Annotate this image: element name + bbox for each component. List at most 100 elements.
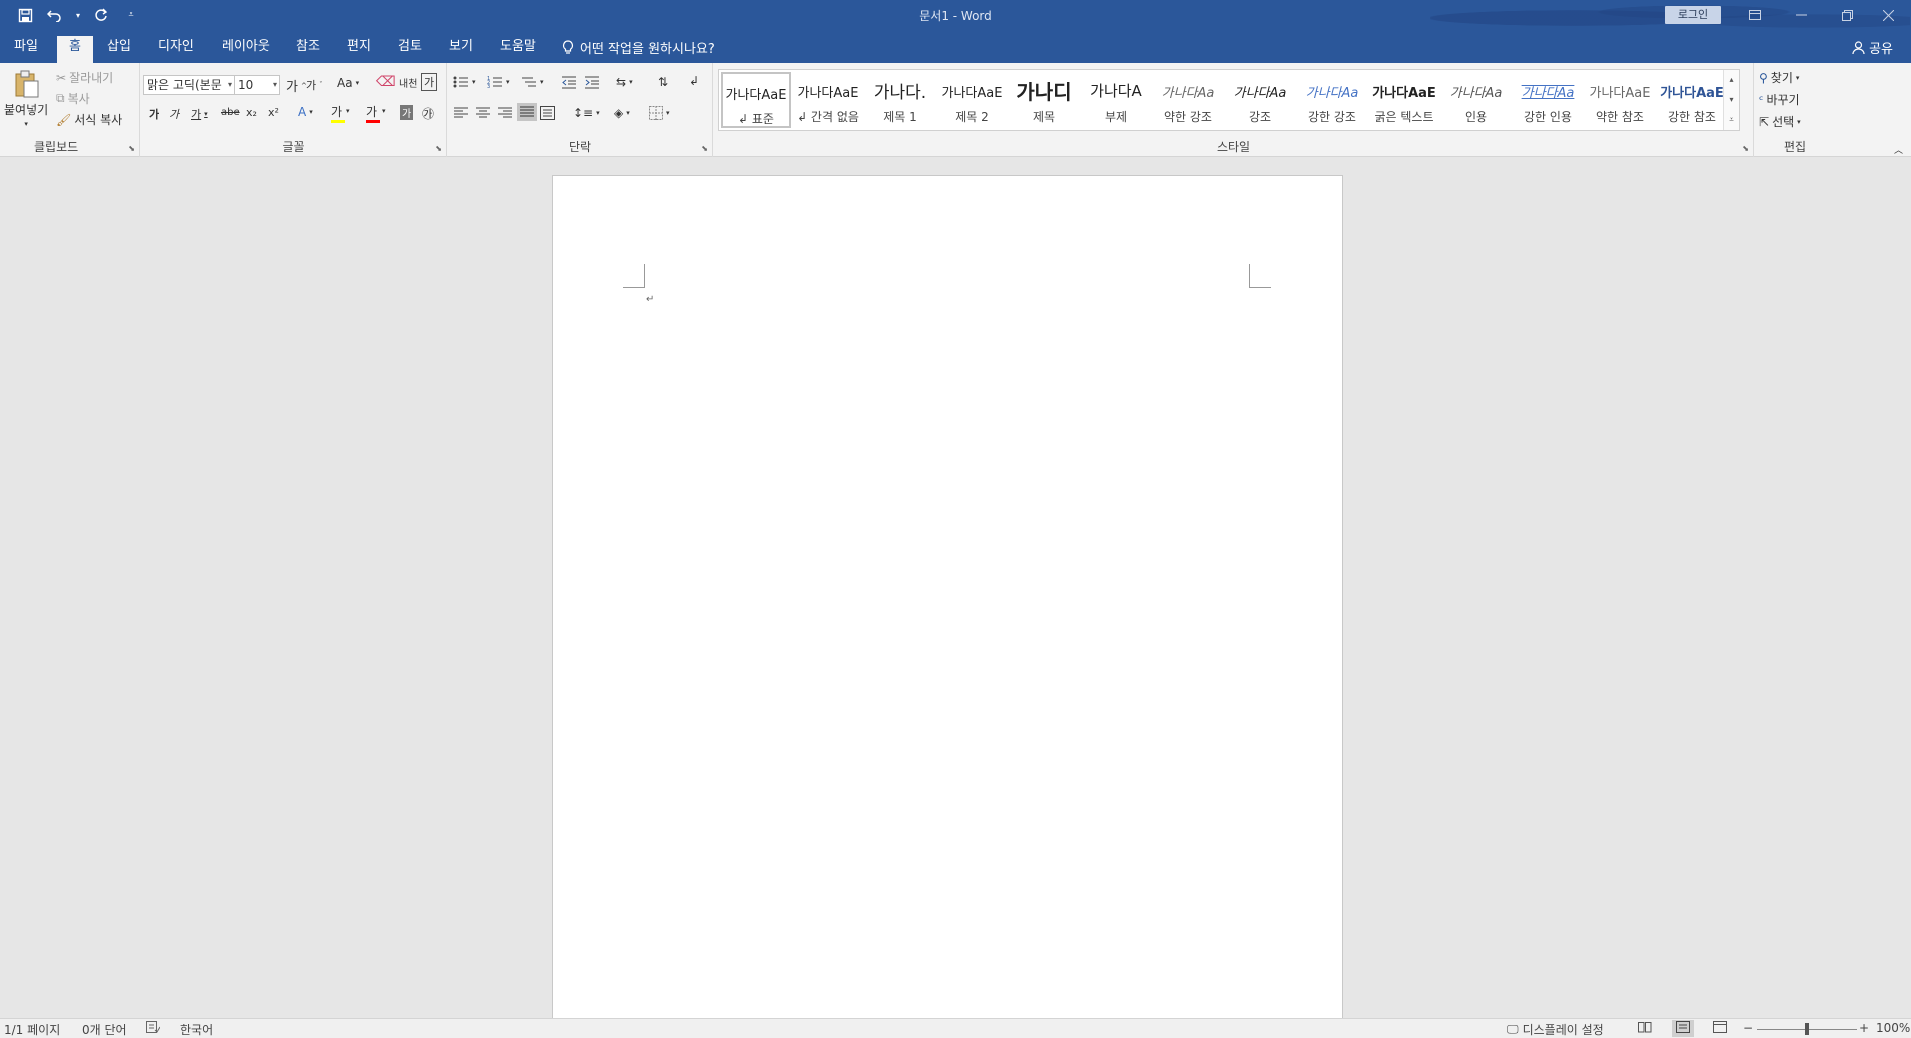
tab-design[interactable]: 디자인 (152, 36, 200, 63)
style-subtitle[interactable]: 가나다A 부제 (1081, 72, 1151, 128)
login-button[interactable]: 로그인 (1665, 6, 1721, 24)
font-name-value: 맑은 고딕(본문 (147, 78, 222, 92)
strikethrough-button[interactable]: abe (221, 107, 240, 118)
underline-button[interactable]: 가 ▾ (191, 106, 208, 122)
style-title[interactable]: 가나디 제목 (1009, 72, 1079, 128)
font-size-combo[interactable]: 10 ▾ (234, 75, 280, 95)
highlight-button[interactable]: 가 (331, 103, 345, 123)
clipboard-dialog-launcher-icon[interactable]: ⬊ (128, 144, 135, 153)
highlight-dropdown-icon[interactable]: ▾ (346, 107, 350, 115)
cut-button[interactable]: ✂ 잘라내기 (56, 69, 113, 86)
style-subtle-reference[interactable]: 가나다AaE 약한 참조 (1585, 72, 1655, 128)
proofing-icon[interactable] (146, 1021, 161, 1036)
numbering-button[interactable]: 1 2 3 ▾ (487, 75, 510, 89)
paste-button[interactable]: 붙여넣기 ▾ (4, 69, 48, 128)
italic-button[interactable]: 가 (169, 106, 179, 122)
style-subtle-emphasis[interactable]: 가나다Aa 약한 강조 (1153, 72, 1223, 128)
style-intense-reference[interactable]: 가나다AaE 강한 참조 (1657, 72, 1727, 128)
styles-dialog-launcher-icon[interactable]: ⬊ (1742, 144, 1749, 153)
phonetic-guide-button[interactable]: 내천 (399, 75, 417, 90)
align-right-button[interactable] (498, 107, 512, 119)
styles-gallery: 가나다AaE ↲ 표준 가나다AaE ↲ 간격 없음 가나다. 제목 1 가나다… (718, 69, 1740, 131)
font-name-combo[interactable]: 맑은 고딕(본문 ▾ (143, 75, 235, 95)
decrease-indent-button[interactable] (561, 75, 577, 89)
copy-button[interactable]: ⧉ 복사 (56, 90, 90, 107)
share-button[interactable]: 공유 (1852, 38, 1893, 57)
clear-formatting-button[interactable]: ⌫ (376, 74, 396, 90)
shading-button[interactable]: ◈ ▾ (614, 106, 630, 120)
word-count[interactable]: 0개 단어 (82, 1021, 127, 1038)
font-color-dropdown-icon[interactable]: ▾ (382, 107, 386, 115)
align-center-button[interactable] (476, 107, 490, 119)
style-heading-1[interactable]: 가나다. 제목 1 (865, 72, 935, 128)
show-marks-button[interactable]: ↲ (689, 74, 699, 88)
justify-button[interactable] (517, 103, 537, 121)
web-layout-icon[interactable] (1713, 1021, 1727, 1036)
tab-home[interactable]: 홈 (57, 36, 93, 63)
superscript-button[interactable]: x² (268, 106, 279, 119)
tell-me-box[interactable]: 어떤 작업을 원하시나요? (562, 38, 715, 57)
zoom-level[interactable]: 100% (1876, 1021, 1910, 1035)
style-normal[interactable]: 가나다AaE ↲ 표준 (721, 72, 791, 128)
zoom-slider-thumb[interactable] (1805, 1023, 1809, 1035)
subscript-button[interactable]: x₂ (246, 106, 257, 119)
style-heading-2[interactable]: 가나다AaE 제목 2 (937, 72, 1007, 128)
gallery-more-icon[interactable]: ⩡ (1724, 110, 1739, 130)
gallery-up-icon[interactable]: ▴ (1724, 70, 1739, 90)
format-painter-button[interactable]: 🖌 서식 복사 (56, 111, 122, 128)
paragraph-dialog-launcher-icon[interactable]: ⬊ (701, 144, 708, 153)
restore-icon[interactable] (1824, 0, 1870, 30)
display-settings-button[interactable]: 🖵 디스플레이 설정 (1507, 1021, 1604, 1038)
minimize-icon[interactable] (1778, 0, 1824, 30)
tab-help[interactable]: 도움말 (494, 36, 542, 63)
style-intense-emphasis[interactable]: 가나다Aa 강한 강조 (1297, 72, 1367, 128)
zoom-out-button[interactable]: − (1743, 1021, 1753, 1035)
zoom-in-button[interactable]: + (1859, 1021, 1869, 1035)
print-layout-icon[interactable] (1672, 1020, 1694, 1037)
enclose-characters-button[interactable]: ㉮ (422, 105, 434, 122)
tab-view[interactable]: 보기 (443, 36, 479, 63)
shrink-font-button[interactable]: 가ˇ (306, 77, 323, 93)
style-quote[interactable]: 가나다Aa 인용 (1441, 72, 1511, 128)
distributed-button[interactable] (540, 106, 555, 120)
font-dialog-launcher-icon[interactable]: ⬊ (435, 144, 442, 153)
enclose-characters-icon: ㉮ (422, 107, 435, 121)
ribbon-display-icon[interactable] (1732, 0, 1778, 30)
text-effects-button[interactable]: A ▾ (298, 105, 313, 119)
bold-button[interactable]: 가 (149, 106, 159, 122)
style-emphasis[interactable]: 가나다Aa 강조 (1225, 72, 1295, 128)
multilevel-list-button[interactable]: ▾ (521, 75, 544, 89)
grow-font-button[interactable]: 가 ^ (286, 76, 307, 95)
change-case-button[interactable]: Aa ▾ (337, 76, 359, 90)
style-strong[interactable]: 가나다AaE 굵은 텍스트 (1369, 72, 1439, 128)
align-center-icon (476, 107, 490, 118)
increase-indent-button[interactable] (584, 75, 600, 89)
collapse-ribbon-icon[interactable]: ︿ (1894, 143, 1903, 156)
document-page[interactable]: ↵ (552, 175, 1343, 1025)
font-color-button[interactable]: 가 (366, 103, 380, 123)
character-shading-button[interactable]: 가 (400, 105, 414, 120)
tab-file[interactable]: 파일 (8, 36, 44, 63)
text-direction-button[interactable]: ⇆ ▾ (616, 75, 633, 89)
bullets-button[interactable]: ▾ (453, 75, 476, 89)
style-no-spacing[interactable]: 가나다AaE ↲ 간격 없음 (793, 72, 863, 128)
read-mode-icon[interactable] (1638, 1021, 1652, 1036)
align-left-button[interactable] (454, 107, 468, 119)
tab-mailings[interactable]: 편지 (341, 36, 377, 63)
style-intense-quote[interactable]: 가나다Aa 강한 인용 (1513, 72, 1583, 128)
page-count[interactable]: 1/1 페이지 (4, 1021, 60, 1038)
replace-button[interactable]: ᶜ 바꾸기 (1759, 91, 1800, 108)
tab-review[interactable]: 검토 (392, 36, 428, 63)
find-button[interactable]: ⚲ 찾기 ▾ (1759, 69, 1799, 86)
select-button[interactable]: ⇱ 선택 ▾ (1759, 113, 1801, 130)
gallery-down-icon[interactable]: ▾ (1724, 90, 1739, 110)
tab-layout[interactable]: 레이아웃 (216, 36, 276, 63)
sort-button[interactable]: ⇅ (658, 75, 668, 89)
close-icon[interactable] (1865, 0, 1911, 30)
tab-insert[interactable]: 삽입 (101, 36, 137, 63)
borders-button[interactable]: ▾ (649, 106, 670, 120)
character-border-button[interactable]: 가 (421, 73, 438, 91)
language-indicator[interactable]: 한국어 (180, 1021, 213, 1038)
tab-references[interactable]: 참조 (290, 36, 326, 63)
line-spacing-button[interactable]: ↕≡ ▾ (573, 106, 600, 120)
